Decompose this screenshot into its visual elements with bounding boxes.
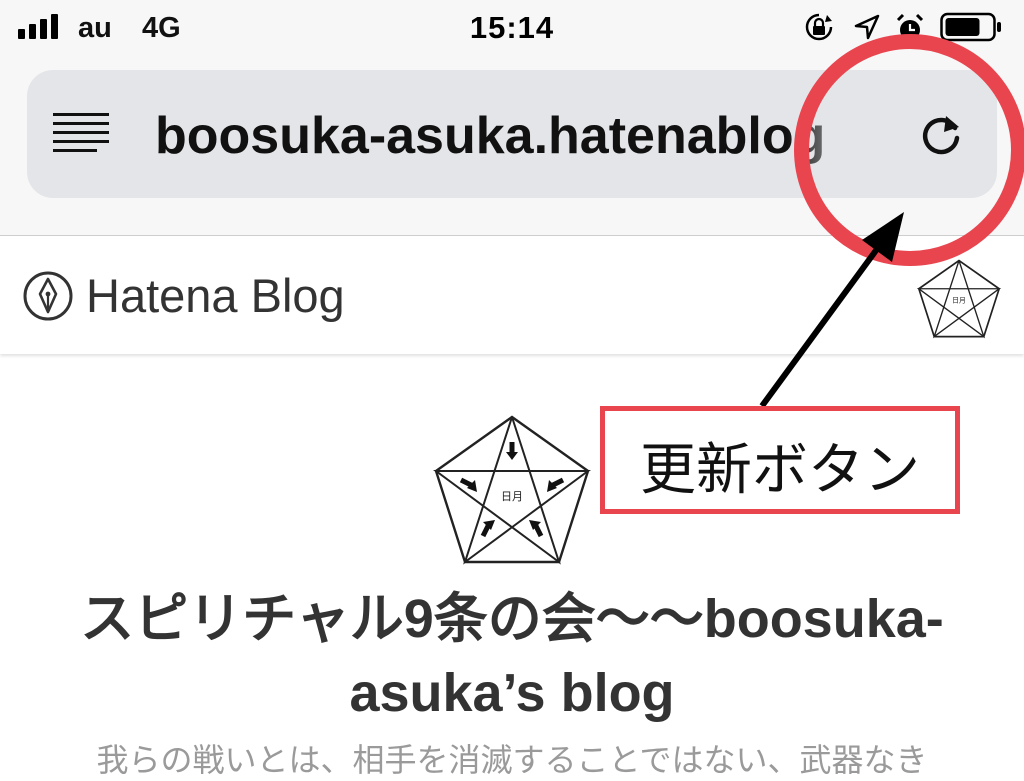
blog-tagline: 我らの戦いとは、相手を消滅することではない、武器なき xyxy=(96,742,928,778)
battery-icon xyxy=(940,12,1001,42)
url-text[interactable]: boosuka-asuka.hatenablog xyxy=(155,106,885,166)
orientation-lock-icon xyxy=(805,13,833,41)
callout-label: 更新ボタン xyxy=(640,438,920,501)
callout-label-box: 更新ボタン xyxy=(600,406,960,514)
blog-title[interactable]: スピリチャル9条の会～～boosuka-asuka’s blog xyxy=(30,582,994,730)
blog-pentagram-image: 日月 xyxy=(433,415,591,565)
pentagram-avatar-icon[interactable]: 日月 xyxy=(916,258,1002,340)
image-text: 日月 xyxy=(501,490,523,503)
avatar-text: 日月 xyxy=(952,296,966,304)
callout-arrow xyxy=(759,212,904,408)
brand-label[interactable]: Hatena Blog xyxy=(86,268,345,323)
reader-lines-icon[interactable] xyxy=(53,113,109,153)
hatena-pen-icon[interactable] xyxy=(22,270,74,322)
